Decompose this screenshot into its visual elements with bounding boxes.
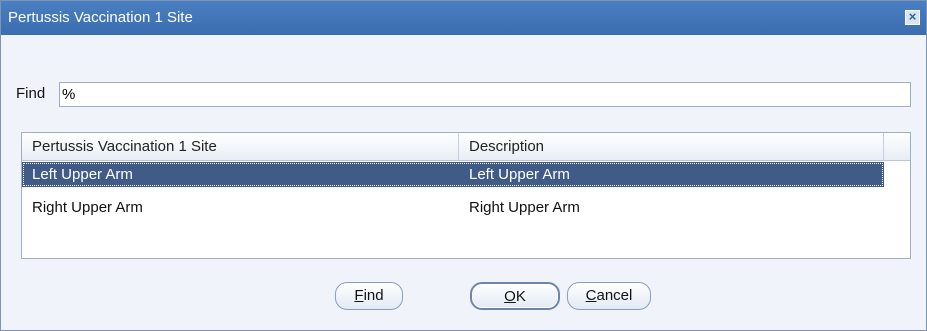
lov-dialog: Pertussis Vaccination 1 Site × Find Pert… bbox=[0, 0, 927, 331]
find-button-label: ind bbox=[363, 287, 384, 304]
cell-site: Left Upper Arm bbox=[32, 166, 133, 183]
cancel-button-mnemonic: C bbox=[585, 287, 597, 304]
find-input[interactable] bbox=[59, 82, 911, 107]
cancel-button[interactable]: Cancel bbox=[567, 282, 651, 310]
title-bar[interactable]: Pertussis Vaccination 1 Site × bbox=[1, 1, 926, 35]
cell-description: Left Upper Arm bbox=[469, 166, 570, 183]
dialog-title: Pertussis Vaccination 1 Site bbox=[8, 9, 193, 26]
column-header-spacer bbox=[884, 133, 910, 160]
column-header-site[interactable]: Pertussis Vaccination 1 Site bbox=[22, 133, 459, 160]
find-button[interactable]: Find bbox=[335, 282, 403, 310]
ok-button[interactable]: OK bbox=[470, 282, 560, 310]
cell-description: Right Upper Arm bbox=[469, 199, 580, 216]
cancel-button-label: ancel bbox=[596, 287, 633, 304]
ok-button-label: K bbox=[515, 288, 526, 305]
results-table: Pertussis Vaccination 1 Site Description… bbox=[21, 132, 911, 259]
table-header: Pertussis Vaccination 1 Site Description bbox=[22, 133, 910, 161]
find-label: Find bbox=[16, 85, 46, 102]
find-button-mnemonic: F bbox=[354, 287, 364, 304]
cell-site: Right Upper Arm bbox=[32, 199, 143, 216]
table-row[interactable]: Right Upper Arm Right Upper Arm bbox=[22, 195, 884, 220]
table-row[interactable]: Left Upper Arm Left Upper Arm bbox=[22, 162, 884, 187]
column-header-description[interactable]: Description bbox=[459, 133, 884, 160]
ok-button-mnemonic: O bbox=[504, 288, 516, 305]
close-icon[interactable]: × bbox=[905, 10, 920, 25]
